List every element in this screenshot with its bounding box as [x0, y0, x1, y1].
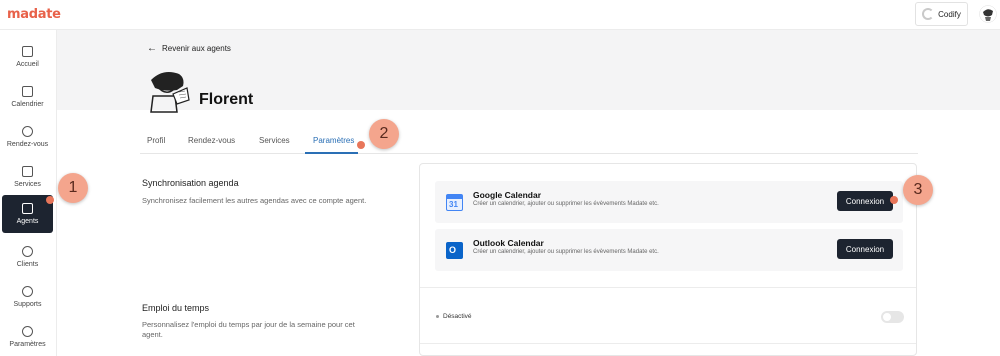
sidebar-item-label: Accueil — [16, 61, 39, 68]
outlook-calendar-icon: O — [446, 242, 463, 259]
madate-logo[interactable]: madate — [7, 7, 61, 22]
annotation-pointer-2 — [357, 141, 365, 149]
sidebar-item-label: Paramètres — [9, 341, 46, 348]
sidebar-item-parametres[interactable]: Paramètres — [2, 318, 53, 356]
google-calendar-description: Créer un calendrier, ajouter ou supprime… — [473, 201, 659, 207]
status-dot-icon — [436, 315, 439, 318]
sidebar-item-label: Rendez-vous — [6, 141, 49, 148]
schedule-status: Désactivé — [436, 313, 472, 320]
sidebar-item-label: Services — [14, 181, 41, 188]
outlook-connect-button[interactable]: Connexion — [837, 239, 893, 259]
tab-services[interactable]: Services — [259, 136, 290, 145]
sync-section-description: Synchronisez facilement les autres agend… — [142, 196, 367, 205]
sidebar-item-rendez-vous[interactable]: Rendez-vous — [2, 118, 53, 156]
sidebar-item-label: Supports — [13, 301, 42, 308]
outlook-calendar-card: O Outlook Calendar Créer un calendrier, … — [435, 229, 903, 271]
tab-parametres[interactable]: Paramètres — [313, 136, 354, 145]
workspace-logo-icon — [922, 8, 935, 20]
document-icon — [22, 166, 33, 177]
schedule-section-title: Emploi du temps — [142, 303, 210, 313]
active-tab-indicator — [305, 152, 358, 154]
sync-section-title: Synchronisation agenda — [142, 178, 239, 188]
agent-avatar — [150, 72, 190, 113]
sidebar-item-label: Calendrier — [11, 101, 44, 108]
back-link[interactable]: ← Revenir aux agents — [147, 43, 231, 54]
google-calendar-title: Google Calendar — [473, 190, 542, 200]
annotation-marker-1: 1 — [58, 173, 88, 203]
google-calendar-card: 31 Google Calendar Créer un calendrier, … — [435, 181, 903, 223]
top-bar: madate Codify — [0, 0, 1000, 30]
user-circle-icon — [22, 246, 33, 257]
sidebar-item-accueil[interactable]: Accueil — [2, 38, 53, 76]
tab-profil[interactable]: Profil — [147, 136, 165, 145]
users-icon — [22, 203, 33, 214]
gear-icon — [22, 326, 33, 337]
sidebar-item-calendrier[interactable]: Calendrier — [2, 78, 53, 116]
workspace-name: Codify — [938, 9, 961, 19]
sidebar-item-label: Agents — [16, 218, 39, 225]
panel-divider — [420, 287, 916, 288]
panel-divider-bottom — [420, 343, 916, 344]
sidebar: Accueil Calendrier Rendez-vous Services … — [0, 30, 57, 356]
user-avatar[interactable] — [979, 5, 997, 23]
sidebar-item-label: Clients — [16, 261, 39, 268]
google-connect-button[interactable]: Connexion — [837, 191, 893, 211]
annotation-pointer-3 — [890, 196, 898, 204]
lifebuoy-icon — [22, 286, 33, 297]
outlook-calendar-description: Créer un calendrier, ajouter ou supprime… — [473, 249, 659, 255]
workspace-switcher[interactable]: Codify — [915, 2, 968, 26]
google-calendar-icon: 31 — [446, 194, 463, 211]
schedule-toggle[interactable] — [881, 311, 904, 323]
toggle-knob — [883, 313, 891, 321]
calendar-icon — [22, 86, 33, 97]
annotation-marker-3: 3 — [903, 175, 933, 205]
back-link-label: Revenir aux agents — [162, 44, 231, 53]
sidebar-item-supports[interactable]: Supports — [2, 278, 53, 316]
annotation-pointer-1 — [46, 196, 54, 204]
tab-rendez-vous[interactable]: Rendez-vous — [188, 136, 235, 145]
sidebar-item-services[interactable]: Services — [2, 158, 53, 196]
sidebar-item-clients[interactable]: Clients — [2, 238, 53, 276]
annotation-marker-2: 2 — [369, 119, 399, 149]
schedule-section-description: Personnalisez l'emploi du temps par jour… — [142, 320, 355, 339]
outlook-calendar-title: Outlook Calendar — [473, 238, 544, 248]
clock-icon — [22, 126, 33, 137]
agent-name: Florent — [199, 91, 254, 108]
schedule-status-label: Désactivé — [443, 313, 472, 320]
agent-tabs: Profil Rendez-vous Services Paramètres — [140, 130, 918, 154]
arrow-left-icon: ← — [147, 43, 157, 54]
home-icon — [22, 46, 33, 57]
